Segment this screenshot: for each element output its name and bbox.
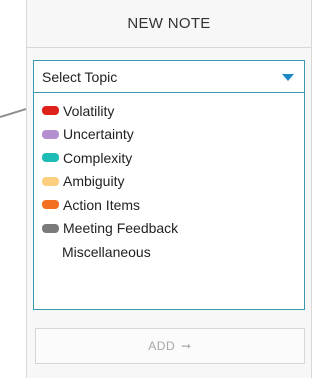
color-swatch-icon: [42, 200, 59, 210]
color-swatch-icon: [42, 129, 59, 139]
topic-option-complexity[interactable]: Complexity: [34, 146, 304, 170]
color-swatch-icon: [42, 223, 59, 233]
topic-option-action-items[interactable]: Action Items: [34, 193, 304, 217]
topic-option-miscellaneous[interactable]: Miscellaneous: [34, 240, 304, 264]
topic-option-ambiguity[interactable]: Ambiguity: [34, 170, 304, 194]
topic-option-volatility[interactable]: Volatility: [34, 99, 304, 123]
topic-option-uncertainty[interactable]: Uncertainty: [34, 123, 304, 147]
topic-option-label: Action Items: [63, 196, 141, 213]
add-button[interactable]: ADD ➞: [35, 328, 305, 364]
topic-option-label: Uncertainty: [63, 126, 134, 143]
new-note-panel: NEW NOTE Select Topic Volatility Uncerta…: [26, 0, 312, 378]
color-swatch-icon: [42, 176, 59, 186]
chevron-down-icon[interactable]: [282, 74, 294, 81]
panel-title: NEW NOTE: [27, 0, 311, 48]
topic-option-label: Ambiguity: [63, 173, 125, 190]
topic-select[interactable]: Select Topic: [33, 60, 305, 93]
arrow-right-icon: ➞: [181, 339, 192, 353]
topic-select-value: Select Topic: [42, 68, 118, 85]
color-swatch-icon: [42, 153, 59, 163]
color-swatch-icon: [42, 106, 59, 116]
topic-option-meeting-feedback[interactable]: Meeting Feedback: [34, 217, 304, 241]
topic-option-label: Complexity: [63, 149, 133, 166]
topic-dropdown-list: Volatility Uncertainty Complexity Ambigu…: [33, 93, 305, 310]
topic-option-label: Meeting Feedback: [63, 220, 179, 237]
topic-option-label: Volatility: [63, 102, 115, 119]
topic-option-label: Miscellaneous: [62, 243, 151, 260]
add-button-label: ADD: [148, 339, 176, 353]
